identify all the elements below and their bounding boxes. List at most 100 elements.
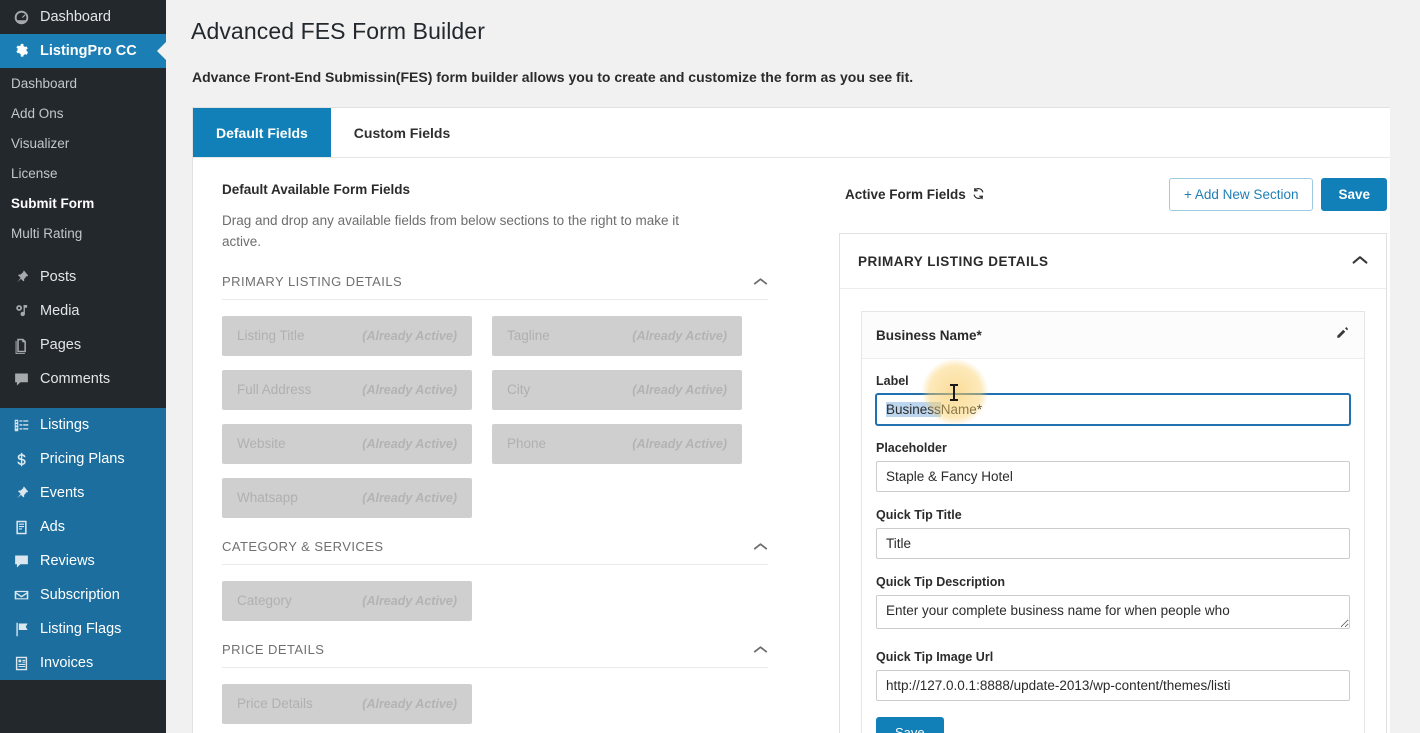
pin-icon bbox=[11, 483, 31, 503]
sidebar-item-media[interactable]: Media bbox=[0, 294, 166, 328]
sidebar-divider-1 bbox=[0, 248, 166, 260]
label-input-selected-text: Business bbox=[886, 402, 941, 417]
chevron-up-icon[interactable] bbox=[753, 273, 768, 291]
available-field-pill[interactable]: Whatsapp (Already Active) bbox=[222, 477, 472, 518]
quick-tip-title-field-label: Quick Tip Title bbox=[876, 508, 962, 522]
available-field-name: Category bbox=[237, 593, 292, 609]
sidebar-item-listing-flags[interactable]: Listing Flags bbox=[0, 612, 166, 646]
sidebar-item-pricing-plans[interactable]: Pricing Plans bbox=[0, 442, 166, 476]
sidebar-subitem-add-ons[interactable]: Add Ons bbox=[0, 98, 166, 128]
sidebar-item-listingpro-cc[interactable]: ListingPro CC bbox=[0, 34, 166, 68]
active-field-business-name: Business Name* Label Business Name* Plac… bbox=[861, 311, 1365, 733]
available-field-name: Price Details bbox=[237, 696, 313, 712]
save-button[interactable]: Save bbox=[1321, 178, 1387, 211]
sidebar-subitem-label: Dashboard bbox=[11, 75, 78, 91]
comment-icon bbox=[11, 551, 31, 571]
quick-tip-description-textarea[interactable] bbox=[876, 595, 1350, 629]
sidebar-submenu: Dashboard Add Ons Visualizer License Submit … bbox=[0, 68, 166, 248]
sidebar-item-events[interactable]: Events bbox=[0, 476, 166, 510]
sidebar-item-label: Ads bbox=[40, 519, 65, 535]
sidebar-item-invoices[interactable]: Invoices bbox=[0, 646, 166, 680]
sidebar-item-ads[interactable]: Ads bbox=[0, 510, 166, 544]
sidebar-item-pages[interactable]: Pages bbox=[0, 328, 166, 362]
available-field-pill[interactable]: City (Already Active) bbox=[492, 369, 742, 410]
label-input-rest-text: Name* bbox=[940, 402, 983, 417]
available-field-pill[interactable]: Phone (Already Active) bbox=[492, 423, 742, 464]
sidebar-item-label: Listing Flags bbox=[40, 621, 122, 637]
pencil-icon[interactable] bbox=[1335, 325, 1350, 345]
sidebar-subitem-label: Submit Form bbox=[11, 195, 95, 211]
available-field-grid: Listing Title (Already Active) Tagline (Alr… bbox=[222, 315, 831, 518]
sidebar-subitem-visualizer[interactable]: Visualizer bbox=[0, 128, 166, 158]
sidebar-subitem-dashboard[interactable]: Dashboard bbox=[0, 68, 166, 98]
available-section-title: CATEGORY & SERVICES bbox=[222, 539, 384, 555]
placeholder-input[interactable] bbox=[876, 461, 1350, 492]
sidebar-item-label: Events bbox=[40, 485, 85, 501]
available-field-pill[interactable]: Tagline (Already Active) bbox=[492, 315, 742, 356]
available-section-header[interactable]: PRIMARY LISTING DETAILS bbox=[222, 273, 768, 300]
available-field-name: City bbox=[507, 382, 531, 398]
sidebar-item-label: ListingPro CC bbox=[40, 43, 137, 59]
quick-tip-title-input[interactable] bbox=[876, 528, 1350, 559]
available-field-pill[interactable]: Full Address (Already Active) bbox=[222, 369, 472, 410]
envelope-icon bbox=[11, 585, 31, 605]
available-field-pill[interactable]: Listing Title (Already Active) bbox=[222, 315, 472, 356]
sidebar-item-subscription[interactable]: Subscription bbox=[0, 578, 166, 612]
available-field-name: Tagline bbox=[507, 328, 550, 344]
sidebar-item-label: Pages bbox=[40, 337, 82, 353]
sidebar-subitem-submit-form[interactable]: Submit Form bbox=[0, 188, 166, 218]
sidebar-item-label: Comments bbox=[40, 371, 111, 387]
available-field-pill[interactable]: Website (Already Active) bbox=[222, 423, 472, 464]
sidebar-item-label: Subscription bbox=[40, 587, 120, 603]
sidebar-item-listings[interactable]: Listings bbox=[0, 408, 166, 442]
available-section-header[interactable]: CATEGORY & SERVICES bbox=[222, 538, 768, 565]
active-fields-actions: + Add New Section Save bbox=[1169, 178, 1387, 211]
builder-panel: Default Fields Custom Fields Default Ava… bbox=[192, 107, 1404, 733]
available-field-pill[interactable]: Category (Already Active) bbox=[222, 580, 472, 621]
available-field-status: (Already Active) bbox=[362, 490, 457, 505]
tab-label: Default Fields bbox=[216, 124, 308, 141]
listings-icon bbox=[11, 415, 31, 435]
available-field-status: (Already Active) bbox=[362, 382, 457, 397]
label-input[interactable]: Business Name* bbox=[876, 394, 1350, 425]
sidebar-item-label: Posts bbox=[40, 269, 77, 285]
sidebar-divider-2 bbox=[0, 396, 166, 408]
sidebar-item-dashboard[interactable]: Dashboard bbox=[0, 0, 166, 34]
chevron-up-icon[interactable] bbox=[753, 641, 768, 659]
active-section-header[interactable]: PRIMARY LISTING DETAILS bbox=[840, 234, 1386, 289]
field-save-button[interactable]: Save bbox=[876, 717, 944, 733]
sidebar-item-label: Media bbox=[40, 303, 80, 319]
add-new-section-button[interactable]: + Add New Section bbox=[1169, 178, 1314, 211]
available-field-status: (Already Active) bbox=[362, 696, 457, 711]
quick-tip-image-url-input[interactable] bbox=[876, 670, 1350, 701]
tab-label: Custom Fields bbox=[353, 124, 451, 141]
chevron-up-icon[interactable] bbox=[753, 538, 768, 556]
sidebar-subitem-license[interactable]: License bbox=[0, 158, 166, 188]
sidebar-item-reviews[interactable]: Reviews bbox=[0, 544, 166, 578]
gear-icon bbox=[11, 41, 31, 61]
sidebar-item-posts[interactable]: Posts bbox=[0, 260, 166, 294]
available-field-grid: Category (Already Active) bbox=[222, 580, 831, 621]
chevron-up-icon[interactable] bbox=[1352, 252, 1368, 270]
available-field-name: Full Address bbox=[237, 382, 312, 398]
sidebar-blue-group: Listings Pricing Plans Events Ads Reviews Sub… bbox=[0, 408, 166, 680]
available-field-name: Whatsapp bbox=[237, 490, 298, 506]
sidebar-subitem-multi-rating[interactable]: Multi Rating bbox=[0, 218, 166, 248]
tab-default-fields[interactable]: Default Fields bbox=[193, 108, 331, 157]
quick-tip-description-field-label: Quick Tip Description bbox=[876, 575, 1005, 589]
comment-icon bbox=[11, 369, 31, 389]
sidebar-item-label: Dashboard bbox=[40, 9, 111, 25]
quick-tip-image-url-field-label: Quick Tip Image Url bbox=[876, 650, 994, 664]
media-icon bbox=[11, 301, 31, 321]
refresh-icon[interactable] bbox=[972, 187, 985, 203]
available-field-name: Phone bbox=[507, 436, 547, 452]
pages-icon bbox=[11, 335, 31, 355]
available-section-header[interactable]: PRICE DETAILS bbox=[222, 641, 768, 668]
available-fields-description: Drag and drop any available fields from … bbox=[222, 213, 679, 249]
available-field-pill[interactable]: Price Details (Already Active) bbox=[222, 683, 472, 724]
tab-custom-fields[interactable]: Custom Fields bbox=[331, 108, 473, 157]
active-section-card: PRIMARY LISTING DETAILS Business Name* L… bbox=[839, 233, 1387, 733]
active-field-header: Business Name* bbox=[862, 312, 1364, 359]
sidebar-subitem-label: License bbox=[11, 165, 58, 181]
sidebar-item-comments[interactable]: Comments bbox=[0, 362, 166, 396]
